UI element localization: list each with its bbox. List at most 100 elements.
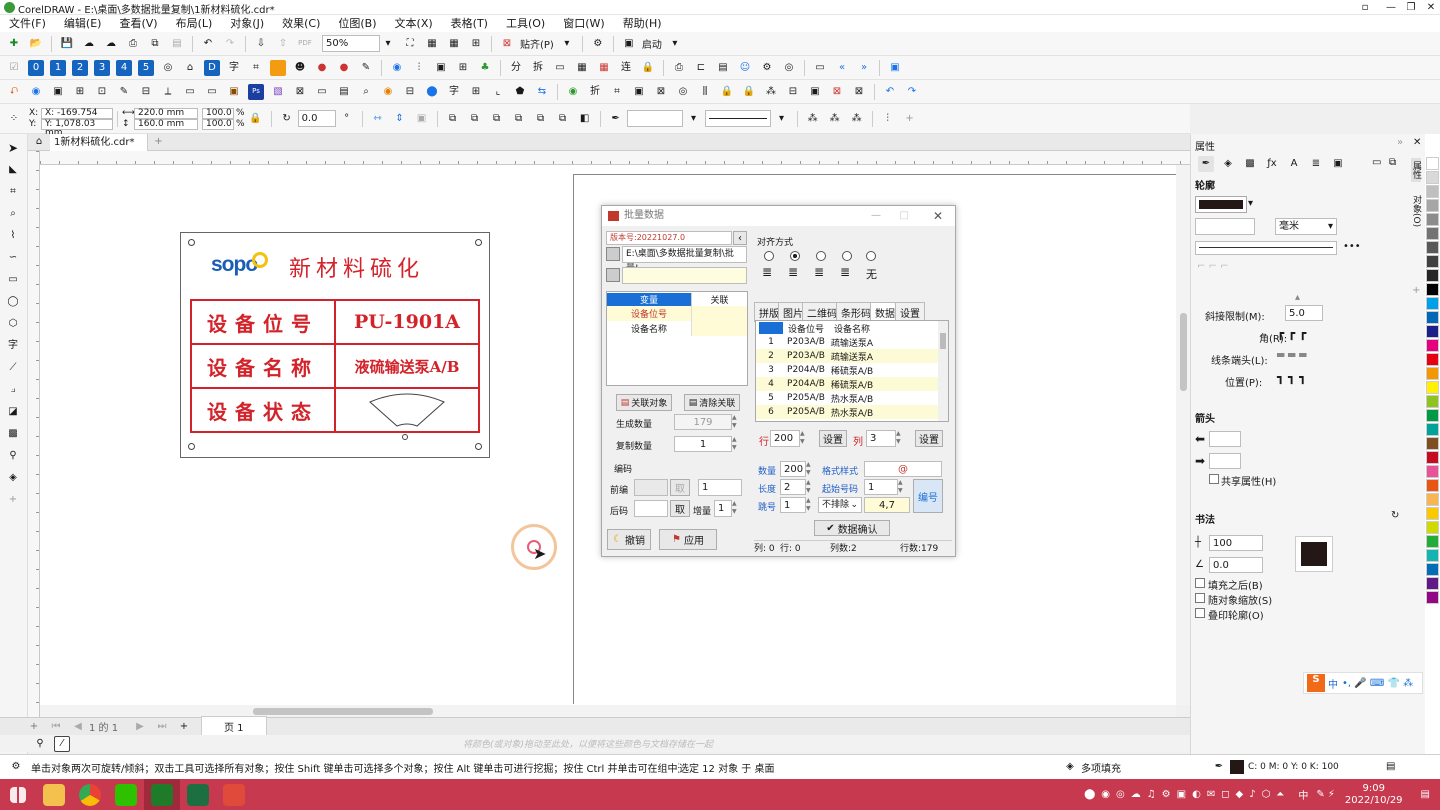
node-reduce-icon[interactable]: ⁂ [849,111,865,127]
export-icon[interactable]: ⇧ [275,36,291,52]
dialog-minimize-button[interactable]: — [871,206,881,226]
table-row[interactable]: 5 P205A/B 热水泵A/B [756,391,948,405]
document-tab[interactable]: 1新材料硫化.cdr* [50,133,148,151]
break-apart-icon[interactable]: ⧉ [533,111,549,127]
cloud-share-icon[interactable]: ☁ [103,36,119,52]
align-radio-1[interactable] [764,251,774,261]
palette-swatch[interactable] [1426,297,1439,310]
full-screen-icon[interactable]: ⛶ [402,36,418,52]
cap-options-icon[interactable]: ═ ═ ═ [1277,348,1306,362]
row-field[interactable]: 200 [770,430,800,447]
tool-i-icon[interactable]: ▭ [182,84,198,100]
column-set-button[interactable]: 设置 [915,430,943,447]
tool-q-icon[interactable]: ◉ [380,84,396,100]
comment-icon[interactable]: ▭ [552,60,568,76]
plant-icon[interactable]: ♣ [477,60,493,76]
miter-field[interactable]: 5.0 [1285,305,1323,321]
palette-swatch[interactable] [1426,269,1439,282]
palette-swatch[interactable] [1426,521,1439,534]
cloud-upload-icon[interactable]: ☁ [81,36,97,52]
undo-icon[interactable]: ↶ [200,36,216,52]
tab-settings[interactable]: 设置 [895,302,925,322]
tool-ah-icon[interactable]: ⁂ [763,84,779,100]
palette-swatch[interactable] [1426,185,1439,198]
palette-swatch[interactable] [1426,171,1439,184]
clear-link-button[interactable]: ▤ 清除关联 [684,394,740,411]
file-path-field[interactable]: E:\桌面\多数据批量复制\批量! [622,246,747,274]
summary-icon[interactable]: ▭ [1372,157,1381,168]
wrap-icon[interactable]: ▣ [414,111,430,127]
connect-icon[interactable]: 连 [618,60,634,76]
table-row[interactable]: 2 P203A/B 疏输送泵A [756,349,948,363]
macro-1-icon[interactable]: 1 [50,59,66,76]
align-radio-4[interactable] [842,251,852,261]
rotate-icon[interactable]: ↻ [279,111,295,127]
palette-swatch[interactable] [1426,353,1439,366]
ellipse-tool-icon[interactable]: ◯ [5,294,21,310]
menu-layout[interactable]: 布局(L) [167,15,222,32]
character-tab-icon[interactable]: A [1286,156,1302,172]
menu-tools[interactable]: 工具(O) [497,15,554,32]
tool-ae-icon[interactable]: ⫼ [697,84,713,100]
status-gear-icon[interactable]: ⚙ [8,759,24,775]
section-collapse-icon[interactable]: ▴ [1295,292,1300,303]
file-explorer-icon[interactable] [36,779,72,810]
add-page-end-icon[interactable]: + [176,719,192,735]
gen-count-spinner[interactable]: ▲ ▼ [732,414,741,430]
palette-swatch[interactable] [1426,437,1439,450]
menu-bitmaps[interactable]: 位图(B) [329,15,385,32]
more-options-icon[interactable]: ••• [1343,241,1361,252]
wechat-icon[interactable] [108,779,144,810]
share-attributes-checkbox[interactable] [1209,474,1219,484]
launch-dropdown-icon[interactable]: ▾ [667,36,683,52]
interactive-fill-tool-icon[interactable]: ◈ [5,470,21,486]
line-style-dropdown-icon[interactable]: ▾ [774,111,790,127]
save-icon[interactable]: 💾 [59,36,75,52]
arrow-start-dropdown[interactable] [1209,431,1241,447]
char-icon[interactable]: 字 [226,60,242,76]
redo-blue-icon[interactable]: ↷ [904,84,920,100]
palette-swatch[interactable] [1426,199,1439,212]
tool-k-icon[interactable]: ▣ [226,84,242,100]
node-edit-icon[interactable]: ⁂ [827,111,843,127]
palette-swatch[interactable] [1426,311,1439,324]
link-header[interactable]: 关联 [691,292,747,306]
y-position-field[interactable]: Y: 1,078.03 mm [41,118,113,137]
cell-position[interactable]: P203A/B [783,337,829,347]
row-spinner[interactable]: ▲ ▼ [800,430,809,447]
apply-button[interactable]: ⚑ 应用 [659,529,717,550]
monitor-icon[interactable]: ▣ [887,60,903,76]
new-document-icon[interactable]: ✚ [6,36,22,52]
copy-count-spinner[interactable]: ▲ ▼ [732,436,741,452]
menu-window[interactable]: 窗口(W) [554,15,613,32]
number-button[interactable]: 编号 [913,479,943,513]
scale-x-field[interactable]: 100.0 [202,107,234,119]
increment-spinner[interactable]: ▲ ▼ [732,500,741,517]
ungroup-icon[interactable]: ⧉ [467,111,483,127]
palette-swatch[interactable] [1426,367,1439,380]
stretch-field[interactable]: 100 [1209,535,1263,551]
collapse-button[interactable]: ‹ [733,231,747,245]
height-field[interactable]: 160.0 mm [134,118,198,130]
tool-d-icon[interactable]: ⊞ [72,84,88,100]
close-button[interactable]: ✕ [1420,0,1440,15]
vertical-ruler[interactable] [28,151,40,717]
undo-button[interactable]: ☾ 撤销 [607,529,651,550]
table-scrollbar[interactable] [938,321,948,421]
first-page-icon[interactable]: ⏮ [48,719,64,735]
polygon-tool-icon[interactable]: ⬡ [5,316,21,332]
outline-color-swatch[interactable] [1195,196,1247,213]
table-row[interactable]: 6 P205A/B 热水泵A/B [756,405,948,419]
tool-ak-icon[interactable]: ⊠ [829,84,845,100]
tool-u-icon[interactable]: ⊞ [468,84,484,100]
launch-icon[interactable]: ▣ [621,36,637,52]
format-field[interactable]: @ [864,461,942,477]
palette-swatch[interactable] [1426,395,1439,408]
bulb-icon[interactable]: ● [314,60,330,76]
arrow-end-dropdown[interactable] [1209,453,1241,469]
tray-extra-icons[interactable]: ✎ ⚡ [1316,789,1335,800]
options-gear-icon[interactable]: ⚙ [590,36,606,52]
snap-off-icon[interactable]: ⊠ [499,36,515,52]
rulers-icon[interactable]: ▦ [424,36,440,52]
lock-ratio-icon[interactable]: 🔒 [248,111,264,127]
